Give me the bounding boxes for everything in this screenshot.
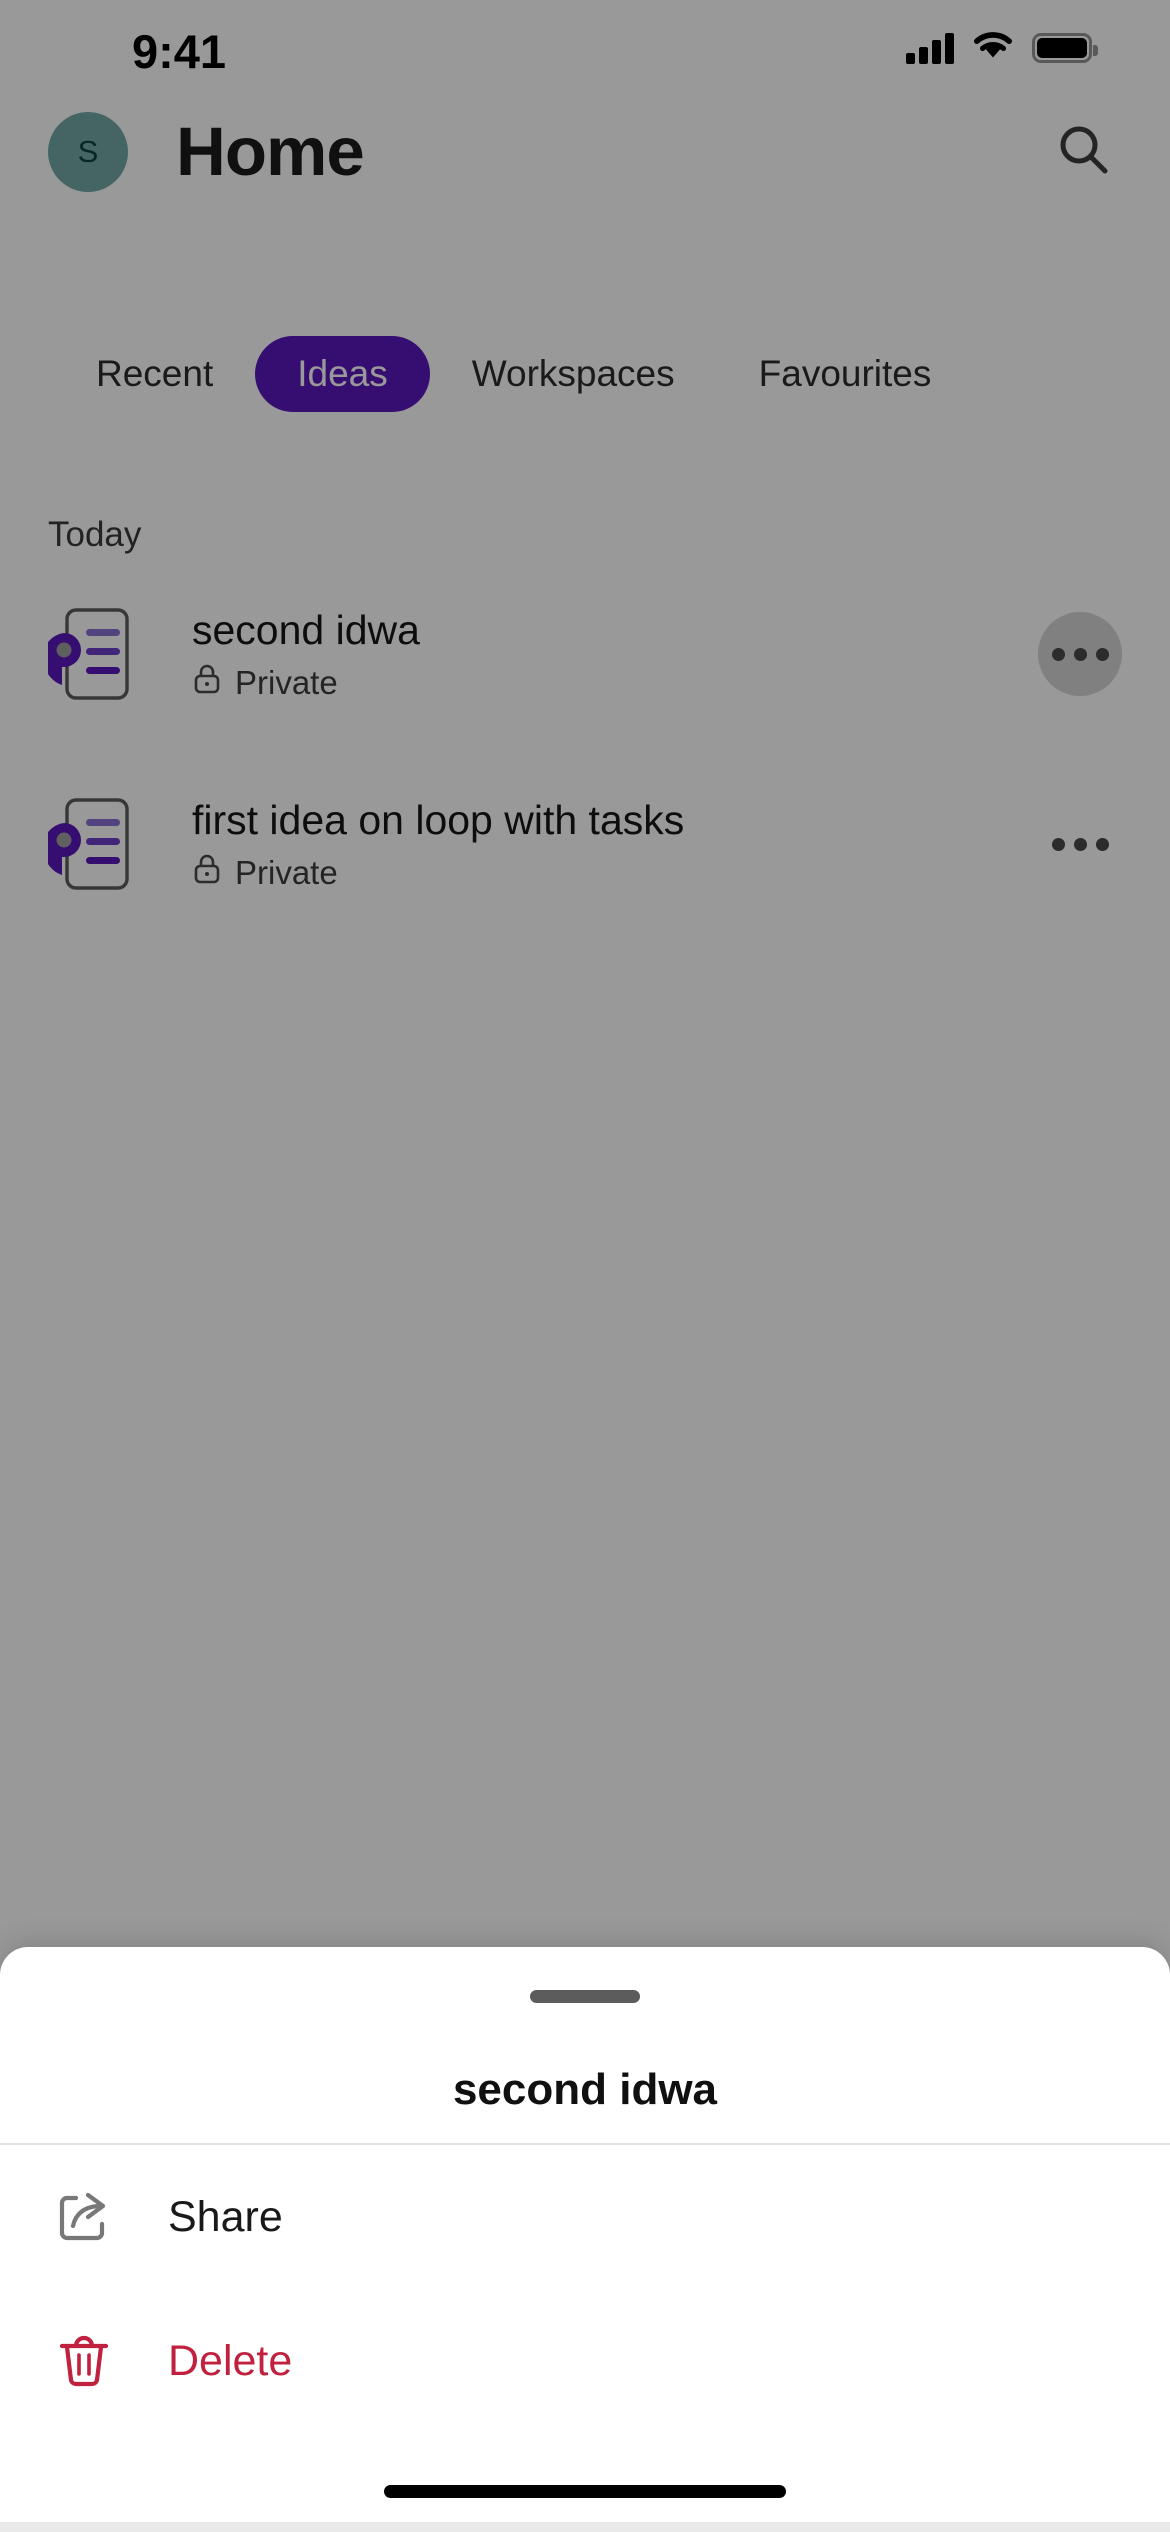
sheet-title: second idwa [452,2065,718,2114]
drag-handle[interactable] [530,1990,640,2003]
share-action[interactable]: Share [0,2145,1170,2289]
share-icon [50,2183,118,2251]
home-indicator[interactable] [384,2485,786,2498]
context-menu-sheet: second idwa Share Delete [0,1947,1170,2532]
trash-icon [50,2327,118,2395]
bottom-strip [0,2522,1170,2532]
delete-action[interactable]: Delete [0,2289,1170,2433]
share-label: Share [168,2192,283,2241]
delete-label: Delete [168,2336,293,2385]
